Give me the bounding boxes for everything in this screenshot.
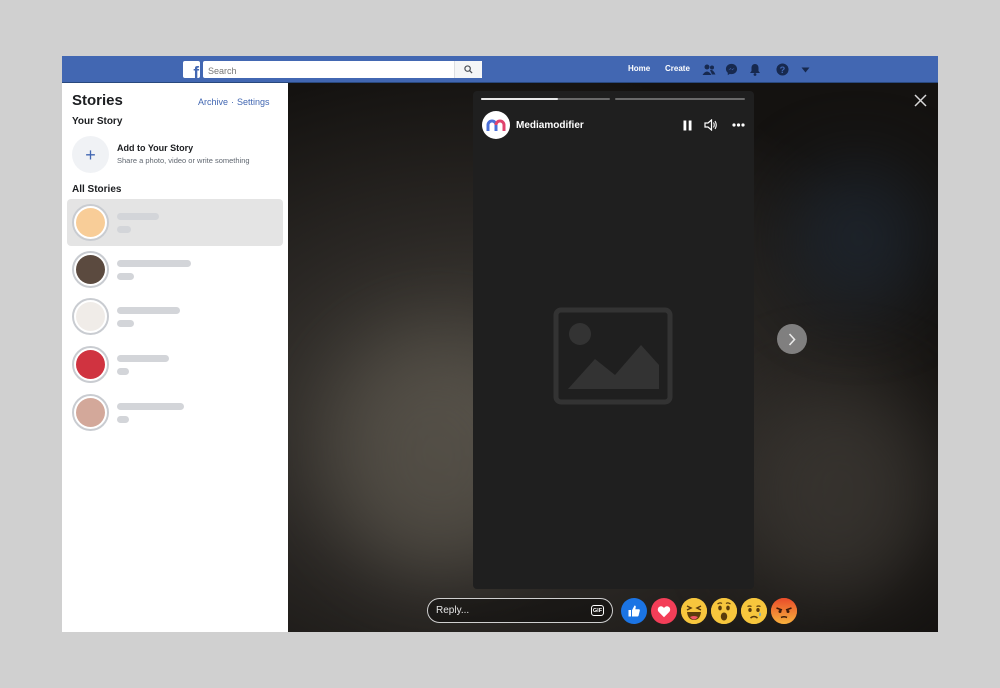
search-box (203, 61, 482, 80)
stories-sidebar: Stories Archive · Settings Your Story + Ad… (62, 83, 288, 632)
friends-icon[interactable] (701, 62, 716, 77)
notifications-icon[interactable] (747, 62, 762, 77)
avatar (72, 298, 109, 335)
sidebar-links: Archive · Settings (198, 97, 270, 107)
story-time-placeholder (117, 320, 134, 327)
avatar (72, 394, 109, 431)
avatar (72, 346, 109, 383)
progress-fill (481, 98, 559, 100)
help-icon[interactable]: ? (775, 62, 790, 77)
story-time-placeholder (117, 368, 129, 375)
love-reaction-button[interactable] (651, 598, 677, 624)
story-name-placeholder (117, 403, 184, 410)
story-name-placeholder (117, 355, 169, 362)
mediamodifier-avatar[interactable] (482, 111, 510, 139)
story-progress-bar (481, 98, 610, 100)
add-story-button[interactable]: + (72, 136, 109, 173)
story-time-placeholder (117, 273, 134, 280)
account-menu-icon[interactable] (798, 62, 813, 77)
sad-face-icon (741, 598, 767, 624)
volume-icon (704, 119, 717, 131)
more-options-icon (731, 123, 745, 127)
add-story-subtitle: Share a photo, video or write something (117, 156, 250, 165)
story-list-item[interactable] (67, 293, 283, 340)
reply-input[interactable] (436, 603, 576, 618)
facebook-window: f Home Create ? Stories Archive·Settings (62, 56, 938, 632)
like-reaction-button[interactable] (621, 598, 647, 624)
like-icon (628, 605, 640, 617)
story-name-placeholder (117, 260, 191, 267)
chevron-right-icon (788, 332, 796, 346)
image-placeholder-icon (553, 307, 673, 405)
add-story-title[interactable]: Add to Your Story (117, 143, 193, 153)
settings-link[interactable]: Settings (237, 97, 270, 107)
story-name-placeholder (117, 307, 180, 314)
surprised-face-icon (711, 598, 737, 624)
reply-box: GIF (427, 598, 613, 623)
sad-reaction-button[interactable] (741, 598, 767, 624)
pause-icon (683, 120, 691, 130)
reactions-bar (621, 598, 797, 624)
stories-title: Stories (72, 92, 123, 109)
facebook-logo-icon[interactable]: f (183, 61, 200, 78)
story-username[interactable]: Mediamodifier (516, 120, 584, 131)
background-blur (738, 383, 938, 603)
mediamodifier-logo-icon (486, 119, 506, 131)
close-viewer-button[interactable] (913, 93, 927, 107)
search-icon (464, 65, 473, 74)
top-navigation-bar: f Home Create ? (62, 56, 938, 83)
story-time-placeholder (117, 416, 129, 423)
your-story-heading: Your Story (72, 116, 123, 127)
next-story-button[interactable] (777, 324, 807, 354)
laughing-face-icon (681, 598, 707, 624)
messenger-icon[interactable] (724, 62, 739, 77)
story-list-item[interactable] (67, 246, 283, 293)
avatar (72, 204, 109, 241)
story-progress-bar (615, 98, 745, 100)
all-stories-heading: All Stories (72, 184, 122, 195)
more-options-button[interactable] (731, 118, 745, 132)
avatar (72, 251, 109, 288)
archive-link[interactable]: Archive (198, 97, 228, 107)
angry-face-icon (771, 598, 797, 624)
nav-create-link[interactable]: Create (665, 64, 690, 73)
heart-icon (657, 605, 671, 617)
haha-reaction-button[interactable] (681, 598, 707, 624)
story-viewer: Mediamodifier GIF (288, 83, 938, 632)
link-separator: · (231, 97, 235, 107)
background-blur (788, 163, 928, 313)
svg-text:?: ? (780, 65, 786, 75)
story-name-placeholder (117, 213, 159, 220)
volume-button[interactable] (704, 118, 718, 132)
close-icon (913, 93, 927, 107)
search-input[interactable] (203, 62, 443, 80)
angry-reaction-button[interactable] (771, 598, 797, 624)
nav-home-link[interactable]: Home (628, 64, 650, 73)
story-list-item[interactable] (67, 341, 283, 388)
pause-button[interactable] (680, 118, 694, 132)
story-list-item[interactable] (67, 199, 283, 246)
plus-icon: + (85, 144, 96, 165)
story-list-item[interactable] (67, 389, 283, 436)
gif-button[interactable]: GIF (591, 605, 604, 616)
search-button[interactable] (454, 61, 482, 78)
story-card[interactable]: Mediamodifier (473, 91, 754, 589)
wow-reaction-button[interactable] (711, 598, 737, 624)
story-time-placeholder (117, 226, 131, 233)
